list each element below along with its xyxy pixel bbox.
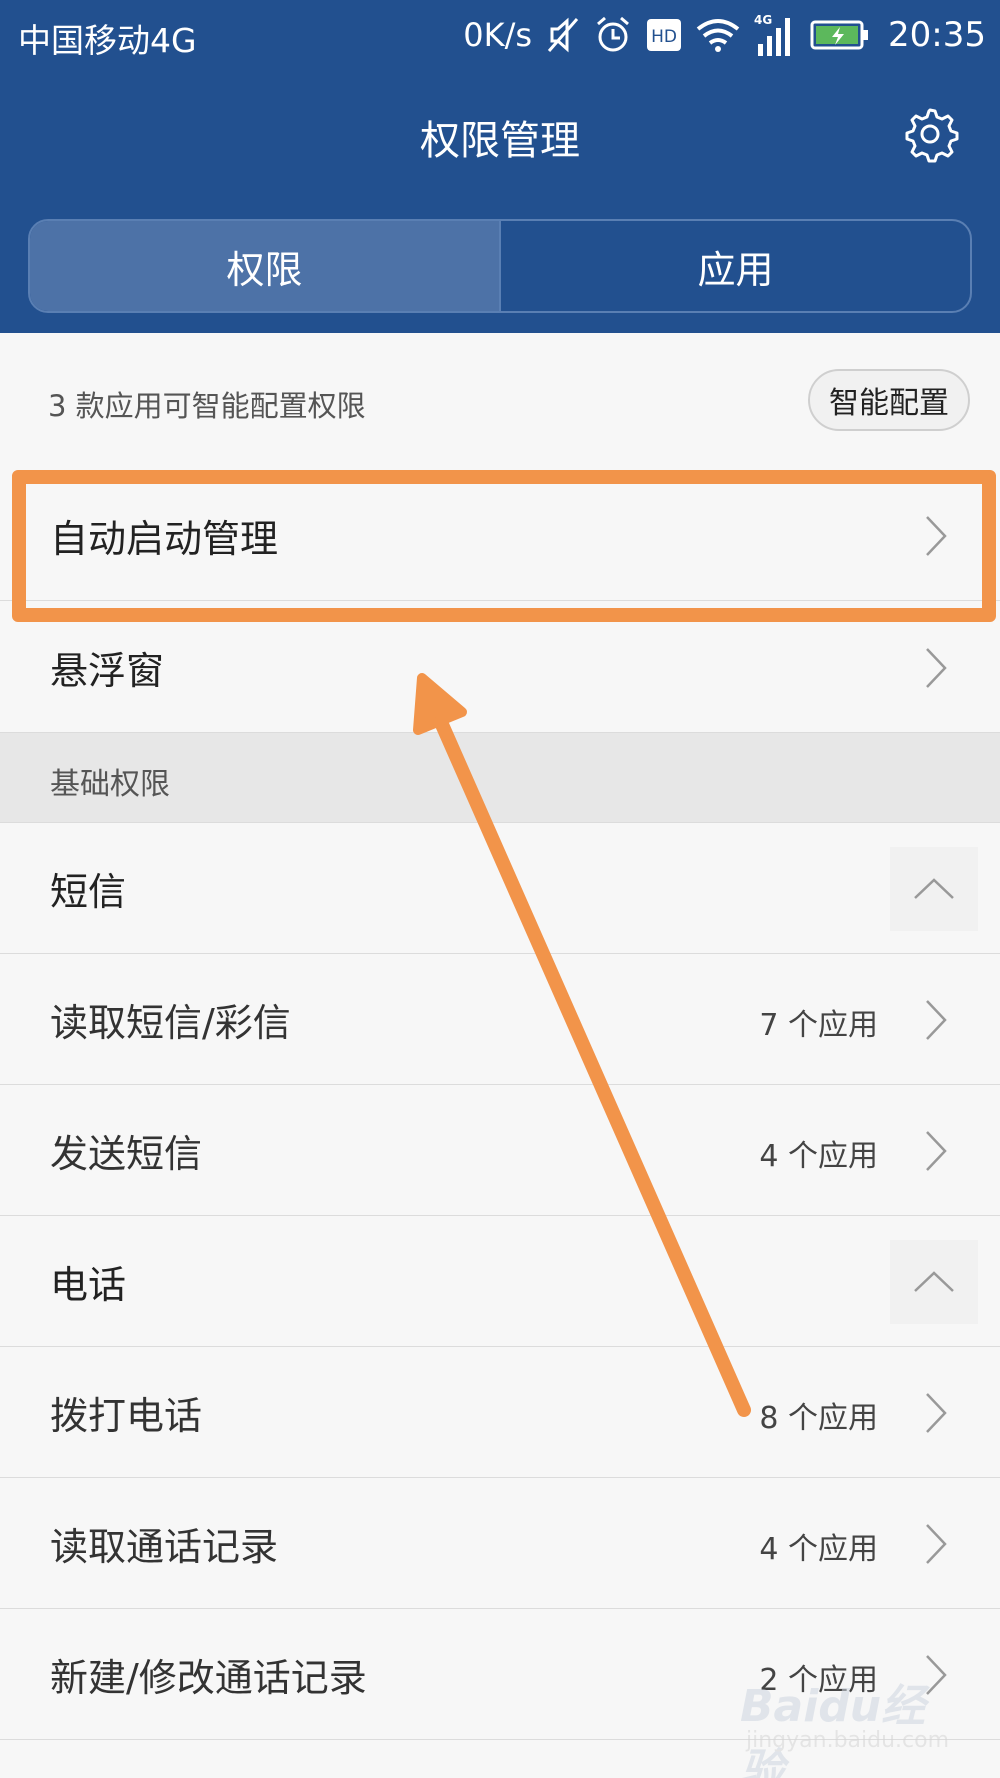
hd-icon: HD — [647, 19, 682, 51]
status-icons: 0K/s HD 4G 20:35 — [463, 10, 986, 60]
svg-text:4G: 4G — [754, 13, 772, 27]
tab-permissions[interactable]: 权限 — [30, 221, 501, 311]
collapse-button[interactable] — [890, 847, 978, 931]
list-item-label: 悬浮窗 — [50, 649, 165, 693]
chevron-right-icon — [926, 1000, 947, 1040]
watermark-brand: Baidu经验 — [740, 1681, 926, 1778]
smart-config-button[interactable]: 智能配置 — [808, 369, 970, 431]
watermark-url: jingyan.baidu.com — [746, 1728, 950, 1753]
app-count: 7 个应用 — [759, 1008, 878, 1043]
chevron-right-icon — [926, 1524, 947, 1564]
carrier-label: 中国移动4G — [18, 21, 197, 60]
list-item-floating-window[interactable]: 悬浮窗 — [0, 602, 1000, 733]
chevron-right-icon — [926, 1393, 947, 1433]
section-label: 基础权限 — [50, 767, 170, 802]
tab-switcher: 权限 应用 — [28, 219, 972, 313]
list-item-read-sms[interactable]: 读取短信/彩信 7 个应用 — [0, 954, 1000, 1085]
app-count: 4 个应用 — [759, 1139, 878, 1174]
list-item-label: 自动启动管理 — [50, 517, 279, 561]
chevron-right-icon — [926, 1131, 947, 1171]
clock: 20:35 — [888, 15, 986, 55]
baidu-watermark: Baidu经验 jingyan.baidu.com — [740, 1670, 960, 1778]
section-header: 基础权限 — [0, 733, 1000, 823]
list-item-send-sms[interactable]: 发送短信 4 个应用 — [0, 1085, 1000, 1216]
list-item-label: 发送短信 — [50, 1132, 203, 1176]
status-bar: 中国移动4G 0K/s HD 4G 20:35 — [0, 0, 1000, 72]
page-title: 权限管理 — [420, 118, 580, 164]
tab-apps[interactable]: 应用 — [501, 221, 970, 311]
collapse-button[interactable] — [890, 1240, 978, 1324]
group-header-phone[interactable]: 电话 — [0, 1216, 1000, 1347]
group-header-sms[interactable]: 短信 — [0, 823, 1000, 954]
chevron-right-icon — [926, 516, 947, 556]
smart-config-text: 3 款应用可智能配置权限 — [48, 389, 366, 423]
list-item-read-call-log[interactable]: 读取通话记录 4 个应用 — [0, 1478, 1000, 1609]
smart-config-row: 3 款应用可智能配置权限 智能配置 — [0, 333, 1000, 463]
net-speed: 0K/s — [463, 16, 533, 54]
battery-charging-icon — [810, 20, 869, 50]
group-label: 短信 — [50, 870, 127, 914]
app-count: 4 个应用 — [759, 1532, 878, 1567]
list-item-autostart[interactable]: 自动启动管理 — [0, 470, 1000, 601]
chevron-up-icon — [914, 878, 954, 899]
alarm-icon — [597, 16, 629, 52]
group-label: 电话 — [50, 1263, 127, 1307]
wifi-icon — [696, 19, 740, 52]
gear-icon[interactable] — [900, 104, 960, 164]
list-item-label: 新建/修改通话记录 — [50, 1656, 367, 1700]
chevron-up-icon — [914, 1271, 954, 1292]
svg-text:HD: HD — [651, 27, 677, 47]
app-count: 8 个应用 — [759, 1401, 878, 1436]
list-item-label: 拨打电话 — [50, 1394, 203, 1438]
chevron-right-icon — [926, 648, 947, 688]
signal-icon: 4G — [754, 13, 791, 56]
list-item-make-call[interactable]: 拨打电话 8 个应用 — [0, 1347, 1000, 1478]
list-item-label: 读取通话记录 — [50, 1525, 279, 1569]
app-header: 中国移动4G 0K/s HD 4G 20:35 权限管理 权限 应用 — [0, 0, 1000, 333]
title-bar: 权限管理 — [0, 90, 1000, 180]
mute-icon — [547, 17, 579, 53]
list-item-label: 读取短信/彩信 — [50, 1001, 291, 1045]
